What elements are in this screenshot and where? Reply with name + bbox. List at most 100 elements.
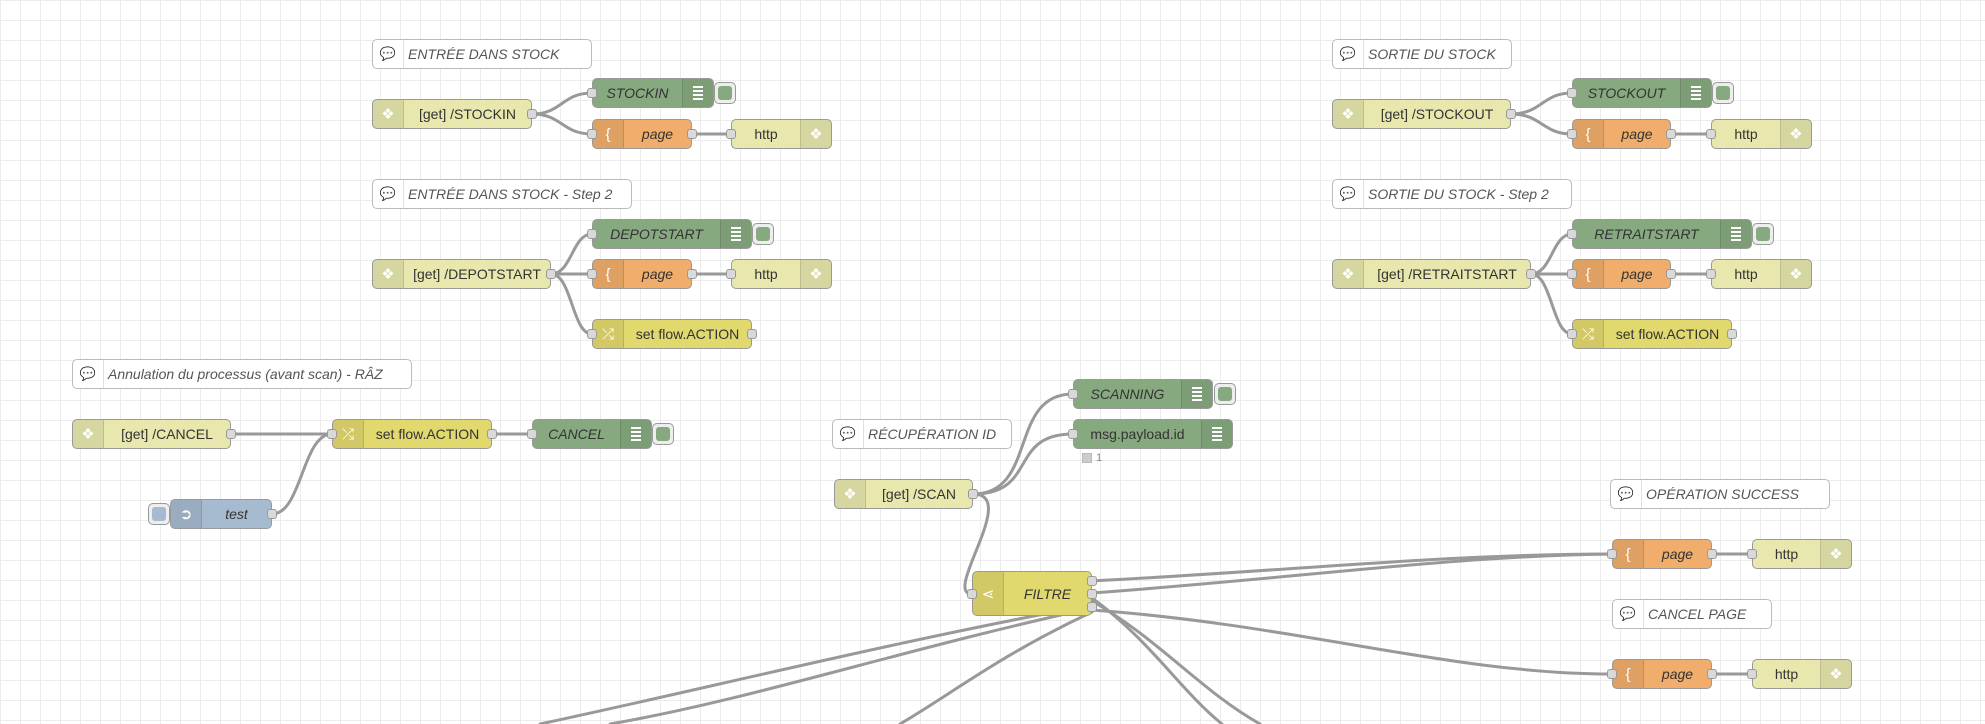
input-port[interactable]: [1567, 88, 1577, 98]
comment-cancel[interactable]: 💬 Annulation du processus (avant scan) -…: [72, 359, 412, 389]
comment-stockin[interactable]: 💬 ENTRÉE DANS STOCK: [372, 39, 592, 69]
output-port[interactable]: [546, 269, 556, 279]
input-port[interactable]: [726, 269, 736, 279]
input-port[interactable]: [1607, 549, 1617, 559]
debug-stockin[interactable]: STOCKIN: [587, 78, 714, 108]
comment-recup-id[interactable]: 💬 RÉCUPÉRATION ID: [832, 419, 1012, 449]
debug-toggle-button[interactable]: [714, 82, 736, 104]
node-label: RETRAITSTART: [1594, 226, 1699, 242]
http-response-cancel[interactable]: http ❖: [1747, 659, 1852, 689]
input-port[interactable]: [1068, 389, 1078, 399]
output-port[interactable]: [527, 109, 537, 119]
output-port[interactable]: [267, 509, 277, 519]
input-port[interactable]: [1747, 549, 1757, 559]
comment-icon: 💬: [1613, 600, 1644, 628]
change-set-flow-action-retrait[interactable]: ⤮ set flow.ACTION: [1567, 319, 1737, 349]
list-icon: [1680, 79, 1711, 107]
input-port[interactable]: [587, 129, 597, 139]
debug-toggle-button[interactable]: [1752, 223, 1774, 245]
template-page-stockin[interactable]: { page: [587, 119, 697, 149]
template-page-success[interactable]: { page: [1607, 539, 1717, 569]
http-in-retraitstart[interactable]: ❖ [get] /RETRAITSTART: [1332, 259, 1536, 289]
input-port[interactable]: [1567, 229, 1577, 239]
input-port[interactable]: [1567, 329, 1577, 339]
inject-test[interactable]: ➲ test: [170, 499, 277, 529]
debug-toggle-button[interactable]: [1712, 82, 1734, 104]
comment-stockin-step2[interactable]: 💬 ENTRÉE DANS STOCK - Step 2: [372, 179, 632, 209]
input-port[interactable]: [587, 88, 597, 98]
wire: [608, 606, 1094, 724]
input-port[interactable]: [1567, 129, 1577, 139]
node-label: [get] /RETRAITSTART: [1377, 266, 1517, 282]
template-page-stockout[interactable]: { page: [1567, 119, 1676, 149]
globe-icon: ❖: [1333, 100, 1364, 128]
template-page-depotstart[interactable]: { page: [587, 259, 697, 289]
http-response-retraitstart[interactable]: http ❖: [1706, 259, 1812, 289]
input-port[interactable]: [1706, 269, 1716, 279]
node-label: page: [641, 266, 674, 282]
brace-icon: {: [1573, 260, 1604, 288]
output-port[interactable]: [1727, 329, 1737, 339]
output-port[interactable]: [968, 489, 978, 499]
input-port[interactable]: [587, 329, 597, 339]
output-port[interactable]: [1666, 269, 1676, 279]
shuffle-icon: ⤮: [593, 320, 624, 348]
input-port[interactable]: [1607, 669, 1617, 679]
http-response-depotstart[interactable]: http ❖: [726, 259, 832, 289]
http-in-stockout[interactable]: ❖ [get] /STOCKOUT: [1332, 99, 1516, 129]
output-port[interactable]: [1707, 549, 1717, 559]
change-set-flow-action-cancel[interactable]: ⤮ set flow.ACTION: [327, 419, 497, 449]
debug-toggle-button[interactable]: [652, 423, 674, 445]
change-set-flow-action-depot[interactable]: ⤮ set flow.ACTION: [587, 319, 757, 349]
input-port[interactable]: [587, 229, 597, 239]
debug-toggle-button[interactable]: [752, 223, 774, 245]
switch-filtre[interactable]: ⋖ FILTRE: [967, 571, 1097, 616]
output-port[interactable]: [747, 329, 757, 339]
output-port[interactable]: [226, 429, 236, 439]
http-in-depotstart[interactable]: ❖ [get] /DEPOTSTART: [372, 259, 556, 289]
comment-op-success[interactable]: 💬 OPÉRATION SUCCESS: [1610, 479, 1830, 509]
input-port[interactable]: [527, 429, 537, 439]
http-response-stockout[interactable]: http ❖: [1706, 119, 1812, 149]
comment-cancel-page[interactable]: 💬 CANCEL PAGE: [1612, 599, 1772, 629]
input-port[interactable]: [1706, 129, 1716, 139]
input-port[interactable]: [1068, 429, 1078, 439]
output-port[interactable]: [1087, 589, 1097, 599]
output-port[interactable]: [687, 269, 697, 279]
wire: [1529, 232, 1574, 276]
debug-stockout[interactable]: STOCKOUT: [1567, 78, 1712, 108]
output-port[interactable]: [1666, 129, 1676, 139]
output-port[interactable]: [1087, 576, 1097, 586]
output-port[interactable]: [1506, 109, 1516, 119]
http-in-stockin[interactable]: ❖ [get] /STOCKIN: [372, 99, 537, 129]
input-port[interactable]: [726, 129, 736, 139]
input-port[interactable]: [967, 589, 977, 599]
debug-msg-payload-id[interactable]: msg.payload.id: [1068, 419, 1233, 449]
output-port[interactable]: [687, 129, 697, 139]
comment-stockout[interactable]: 💬 SORTIE DU STOCK: [1332, 39, 1512, 69]
template-page-retraitstart[interactable]: { page: [1567, 259, 1676, 289]
debug-depotstart[interactable]: DEPOTSTART: [587, 219, 752, 249]
input-port[interactable]: [587, 269, 597, 279]
http-response-stockin[interactable]: http ❖: [726, 119, 832, 149]
node-label: page: [1661, 546, 1694, 562]
http-response-success[interactable]: http ❖: [1747, 539, 1852, 569]
template-page-cancel[interactable]: { page: [1607, 659, 1717, 689]
debug-scanning[interactable]: SCANNING: [1068, 379, 1213, 409]
comment-stockout-step2[interactable]: 💬 SORTIE DU STOCK - Step 2: [1332, 179, 1572, 209]
debug-cancel[interactable]: CANCEL: [527, 419, 652, 449]
output-port[interactable]: [1707, 669, 1717, 679]
input-port[interactable]: [1747, 669, 1757, 679]
inject-trigger-button[interactable]: [148, 503, 170, 525]
globe-icon: ❖: [835, 480, 866, 508]
debug-retraitstart[interactable]: RETRAITSTART: [1567, 219, 1752, 249]
output-port[interactable]: [1087, 602, 1097, 612]
input-port[interactable]: [327, 429, 337, 439]
debug-toggle-button[interactable]: [1214, 383, 1236, 405]
output-port[interactable]: [1526, 269, 1536, 279]
output-port[interactable]: [487, 429, 497, 439]
http-in-cancel[interactable]: ❖ [get] /CANCEL: [72, 419, 236, 449]
wire: [1509, 91, 1574, 116]
input-port[interactable]: [1567, 269, 1577, 279]
http-in-scan[interactable]: ❖ [get] /SCAN: [834, 479, 978, 509]
